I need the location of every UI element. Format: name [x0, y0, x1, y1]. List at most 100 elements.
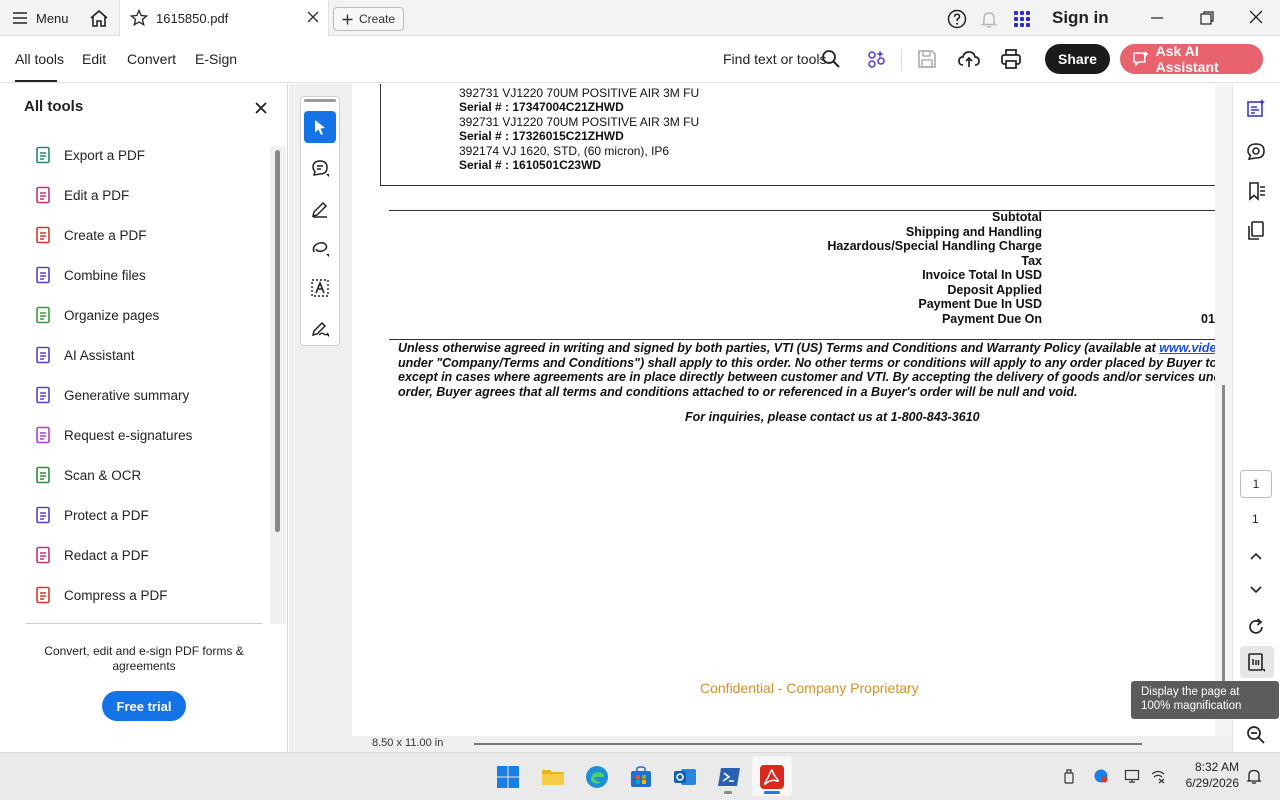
close-panel-icon[interactable] — [255, 102, 267, 114]
panel-title: All tools — [24, 98, 84, 115]
active-tab-indicator — [15, 80, 57, 82]
network-icon[interactable] — [1150, 768, 1166, 784]
comments-panel-icon[interactable] — [1245, 141, 1267, 163]
tool-item-redact-pdf[interactable]: Redact a PDF — [34, 540, 149, 570]
pages-panel-icon[interactable] — [1245, 219, 1267, 241]
tab-convert[interactable]: Convert — [127, 51, 176, 67]
document-scrollbar-thumb[interactable] — [1222, 385, 1225, 685]
plus-icon — [342, 14, 353, 24]
save-icon[interactable] — [915, 47, 939, 71]
tool-item-compress-pdf[interactable]: Compress a PDF — [34, 580, 168, 610]
tool-item-organize-pages[interactable]: Organize pages — [34, 300, 159, 330]
free-trial-button[interactable]: Free trial — [102, 691, 186, 721]
apps-grid-icon[interactable] — [1011, 8, 1033, 30]
ai-assistant-icon — [36, 346, 50, 364]
print-icon[interactable] — [999, 47, 1023, 71]
bookmarks-panel-icon[interactable] — [1245, 180, 1267, 202]
tooltip: Display the page at 100% magnification — [1131, 681, 1279, 719]
terms-link[interactable]: www.videojet — [1159, 341, 1215, 355]
usb-device-icon[interactable] — [1061, 768, 1077, 784]
combine-files-icon — [36, 266, 50, 284]
acrobat-icon — [760, 765, 784, 789]
ask-ai-label: Ask AI Assistant — [1155, 43, 1219, 75]
tool-item-combine-files[interactable]: Combine files — [34, 260, 146, 290]
document-tab[interactable]: 1615850.pdf — [119, 0, 329, 37]
text-recognition-tool[interactable] — [304, 272, 336, 304]
totals-label: Deposit Applied — [947, 283, 1042, 297]
notifications-bell-icon[interactable] — [978, 8, 1000, 30]
cursor-arrow-icon — [315, 120, 325, 135]
tool-item-generative-summary[interactable]: Generative summary — [34, 380, 189, 410]
outlook-icon[interactable] — [672, 764, 698, 790]
tool-item-label: Compress a PDF — [64, 587, 168, 603]
highlight-tool[interactable] — [304, 192, 336, 224]
tool-item-edit-pdf[interactable]: Edit a PDF — [34, 180, 129, 210]
next-page-icon[interactable] — [1245, 579, 1267, 601]
create-button[interactable]: Create — [333, 7, 404, 31]
quick-tools-drag-handle[interactable] — [304, 99, 336, 102]
menu-button[interactable]: Menu — [12, 8, 69, 28]
star-icon[interactable] — [130, 9, 148, 27]
search-icon[interactable] — [821, 49, 841, 69]
find-text-or-tools[interactable]: Find text or tools — [723, 51, 827, 67]
edit-text-panel-icon[interactable] — [1245, 97, 1267, 119]
promo-text: Convert, edit and e-sign PDF forms & agr… — [44, 644, 244, 673]
edge-browser-icon[interactable] — [584, 764, 610, 790]
tab-filename: 1615850.pdf — [156, 11, 229, 26]
ask-ai-assistant-button[interactable]: Ask AI Assistant — [1120, 43, 1263, 75]
help-icon[interactable] — [946, 8, 968, 30]
totals-label: Tax — [1021, 254, 1042, 268]
tool-item-label: Create a PDF — [64, 227, 147, 243]
zoom-out-icon[interactable] — [1245, 724, 1267, 746]
tool-item-scan-ocr[interactable]: Scan & OCR — [34, 460, 141, 490]
totals-label: Payment Due In USD — [918, 297, 1042, 311]
close-tab-icon[interactable] — [306, 10, 320, 24]
serial-line: Serial # : 17347004C21ZHWD — [459, 100, 624, 114]
display-icon[interactable] — [1124, 768, 1140, 784]
minimize-icon[interactable] — [1149, 10, 1165, 26]
draw-tool[interactable] — [304, 232, 336, 264]
tool-item-label: Combine files — [64, 267, 146, 283]
panel-scrollbar-thumb[interactable] — [275, 150, 280, 532]
select-tool[interactable] — [304, 111, 336, 143]
item-line: 392731 VJ1220 70UM POSITIVE AIR 3M FU — [459, 86, 700, 100]
confidential-footer: Confidential - Company Proprietary — [700, 680, 919, 696]
previous-page-icon[interactable] — [1245, 545, 1267, 567]
upload-cloud-icon[interactable] — [957, 47, 981, 71]
windows-start-icon[interactable] — [495, 764, 521, 790]
tool-item-request-esignatures[interactable]: Request e-signatures — [34, 420, 192, 450]
store-icon[interactable] — [628, 764, 654, 790]
share-button[interactable]: Share — [1045, 44, 1110, 74]
horizontal-scrollbar[interactable] — [474, 743, 1142, 745]
sign-tool[interactable] — [304, 312, 336, 344]
clock-date[interactable]: 6/29/2026 — [1180, 776, 1239, 790]
tab-esign[interactable]: E-Sign — [195, 51, 237, 67]
file-explorer-icon[interactable] — [540, 764, 566, 790]
tab-edit[interactable]: Edit — [82, 51, 106, 67]
totals-label: Subtotal — [992, 210, 1042, 224]
fill-sign-icon — [311, 321, 329, 337]
notification-center-icon[interactable] — [1245, 767, 1263, 785]
home-icon[interactable] — [88, 8, 110, 28]
clock-time[interactable]: 8:32 AM — [1187, 760, 1239, 774]
close-window-icon[interactable] — [1248, 9, 1264, 25]
rotate-icon[interactable] — [1245, 616, 1267, 638]
tool-item-create-pdf[interactable]: Create a PDF — [34, 220, 147, 250]
security-icon[interactable] — [1093, 768, 1109, 784]
compress-pdf-icon — [36, 586, 50, 604]
tool-item-export-pdf[interactable]: Export a PDF — [34, 140, 145, 170]
page-number-input[interactable]: 1 — [1240, 470, 1272, 498]
tool-item-protect-pdf[interactable]: Protect a PDF — [34, 500, 149, 530]
restore-icon[interactable] — [1199, 10, 1215, 26]
add-comment-tool[interactable] — [304, 152, 336, 184]
ai-tools-icon[interactable] — [864, 47, 888, 71]
generative-summary-icon — [36, 386, 50, 404]
page-total: 1 — [1252, 512, 1259, 526]
tab-all-tools[interactable]: All tools — [15, 51, 64, 67]
tool-item-label: Request e-signatures — [64, 427, 193, 443]
powershell-icon[interactable] — [716, 764, 742, 790]
create-pdf-icon — [36, 226, 50, 244]
tool-item-ai-assistant[interactable]: AI Assistant — [34, 340, 135, 370]
tool-item-label: Organize pages — [64, 307, 160, 323]
sign-in-link[interactable]: Sign in — [1052, 8, 1109, 28]
